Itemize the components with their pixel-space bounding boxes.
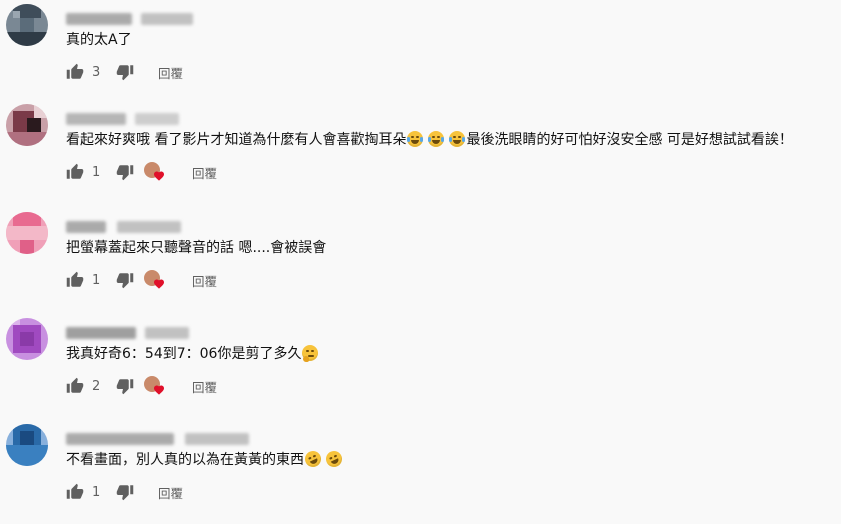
comment-text-body: 真的太A了 (66, 32, 132, 48)
reply-button[interactable]: 回覆 (192, 377, 217, 396)
comment-item: 把螢幕蓋起來只聽聲音的話 嗯....會被誤會 1 回覆 (0, 212, 841, 312)
comment-actions: 1 回覆 (66, 162, 217, 182)
avatar[interactable] (6, 424, 48, 466)
reply-button[interactable]: 回覆 (192, 163, 217, 182)
like-count: 1 (92, 272, 101, 288)
avatar[interactable] (6, 104, 48, 146)
comment-text: 真的太A了 (66, 30, 132, 50)
comment-actions: 1 回覆 (66, 270, 217, 290)
comment-actions: 1 回覆 (66, 482, 183, 502)
thumb-up-icon[interactable] (66, 271, 84, 289)
creator-heart-badge (144, 269, 166, 291)
thumb-up-icon[interactable] (66, 63, 84, 81)
comment-text-body: 看起來好爽哦 看了影片才知道為什麼有人會喜歡掏耳朵 (66, 132, 407, 148)
face-with-tears-of-joy-icon (428, 131, 445, 147)
comment-author-meta[interactable] (66, 428, 250, 445)
author-name-redacted (66, 112, 126, 125)
comment-text: 我真好奇6：54到7：06你是剪了多久 (66, 344, 319, 364)
face-with-tears-of-joy-icon (449, 131, 466, 147)
comment-text-continuation: 最後洗眼睛的好可怕好沒安全感 可是好想試試看誒！ (466, 132, 793, 148)
author-name-redacted (66, 432, 174, 445)
comment-item: 真的太A了 3 回覆 (0, 4, 841, 104)
face-with-tears-of-joy-icon (407, 131, 424, 147)
avatar-image (6, 424, 48, 466)
rolling-on-floor-laughing-icon (302, 448, 324, 470)
avatar-image (6, 104, 48, 146)
comment-author-meta[interactable] (66, 322, 190, 339)
comment-text-body: 我真好奇6：54到7：06你是剪了多久 (66, 346, 302, 362)
avatar[interactable] (6, 318, 48, 360)
comment-text: 不看畫面，別人真的以為在黃黃的東西 (66, 448, 345, 470)
creator-heart-badge (144, 161, 166, 183)
heart-icon (154, 171, 164, 181)
author-name-redacted (66, 326, 136, 339)
comment-item: 看起來好爽哦 看了影片才知道為什麼有人會喜歡掏耳朵 最後洗眼睛的好可怕好沒安全感 … (0, 104, 841, 204)
comment-author-meta[interactable] (66, 108, 180, 125)
reply-button[interactable]: 回覆 (158, 63, 183, 82)
avatar[interactable] (6, 212, 48, 254)
timestamp-redacted (141, 12, 194, 25)
thumb-down-icon[interactable] (116, 377, 134, 395)
thumb-down-icon[interactable] (116, 271, 134, 289)
comment-text: 看起來好爽哦 看了影片才知道為什麼有人會喜歡掏耳朵 最後洗眼睛的好可怕好沒安全感 … (66, 130, 793, 150)
reply-button[interactable]: 回覆 (192, 271, 217, 290)
thumb-up-icon[interactable] (66, 377, 84, 395)
like-count: 2 (92, 378, 101, 394)
comment-item: 我真好奇6：54到7：06你是剪了多久 2 回覆 (0, 318, 841, 418)
author-name-redacted (66, 12, 132, 25)
creator-heart-badge (144, 375, 166, 397)
reply-button[interactable]: 回覆 (158, 483, 183, 502)
like-count: 1 (92, 164, 101, 180)
thumb-down-icon[interactable] (116, 163, 134, 181)
like-count: 1 (92, 484, 101, 500)
avatar-image (6, 4, 48, 46)
avatar[interactable] (6, 4, 48, 46)
author-name-redacted (66, 220, 106, 233)
comment-author-meta[interactable] (66, 216, 182, 233)
comment-author-meta[interactable] (66, 8, 194, 25)
comment-text-body: 不看畫面，別人真的以為在黃黃的東西 (66, 452, 304, 468)
thumb-down-icon[interactable] (116, 63, 134, 81)
timestamp-redacted (185, 432, 250, 445)
thinking-face-icon (302, 345, 319, 362)
rolling-on-floor-laughing-icon (323, 448, 345, 470)
timestamp-redacted (135, 112, 180, 125)
avatar-image (6, 318, 48, 360)
thumb-down-icon[interactable] (116, 483, 134, 501)
thumb-up-icon[interactable] (66, 483, 84, 501)
comment-item: 不看畫面，別人真的以為在黃黃的東西 1 回覆 (0, 424, 841, 524)
timestamp-redacted (117, 220, 182, 233)
timestamp-redacted (145, 326, 190, 339)
comment-actions: 2 回覆 (66, 376, 217, 396)
heart-icon (154, 385, 164, 395)
comment-text: 把螢幕蓋起來只聽聲音的話 嗯....會被誤會 (66, 238, 326, 258)
comment-text-body: 把螢幕蓋起來只聽聲音的話 嗯....會被誤會 (66, 240, 327, 256)
heart-icon (154, 279, 164, 289)
like-count: 3 (92, 64, 101, 80)
comment-actions: 3 回覆 (66, 62, 183, 82)
avatar-image (6, 212, 48, 254)
thumb-up-icon[interactable] (66, 163, 84, 181)
